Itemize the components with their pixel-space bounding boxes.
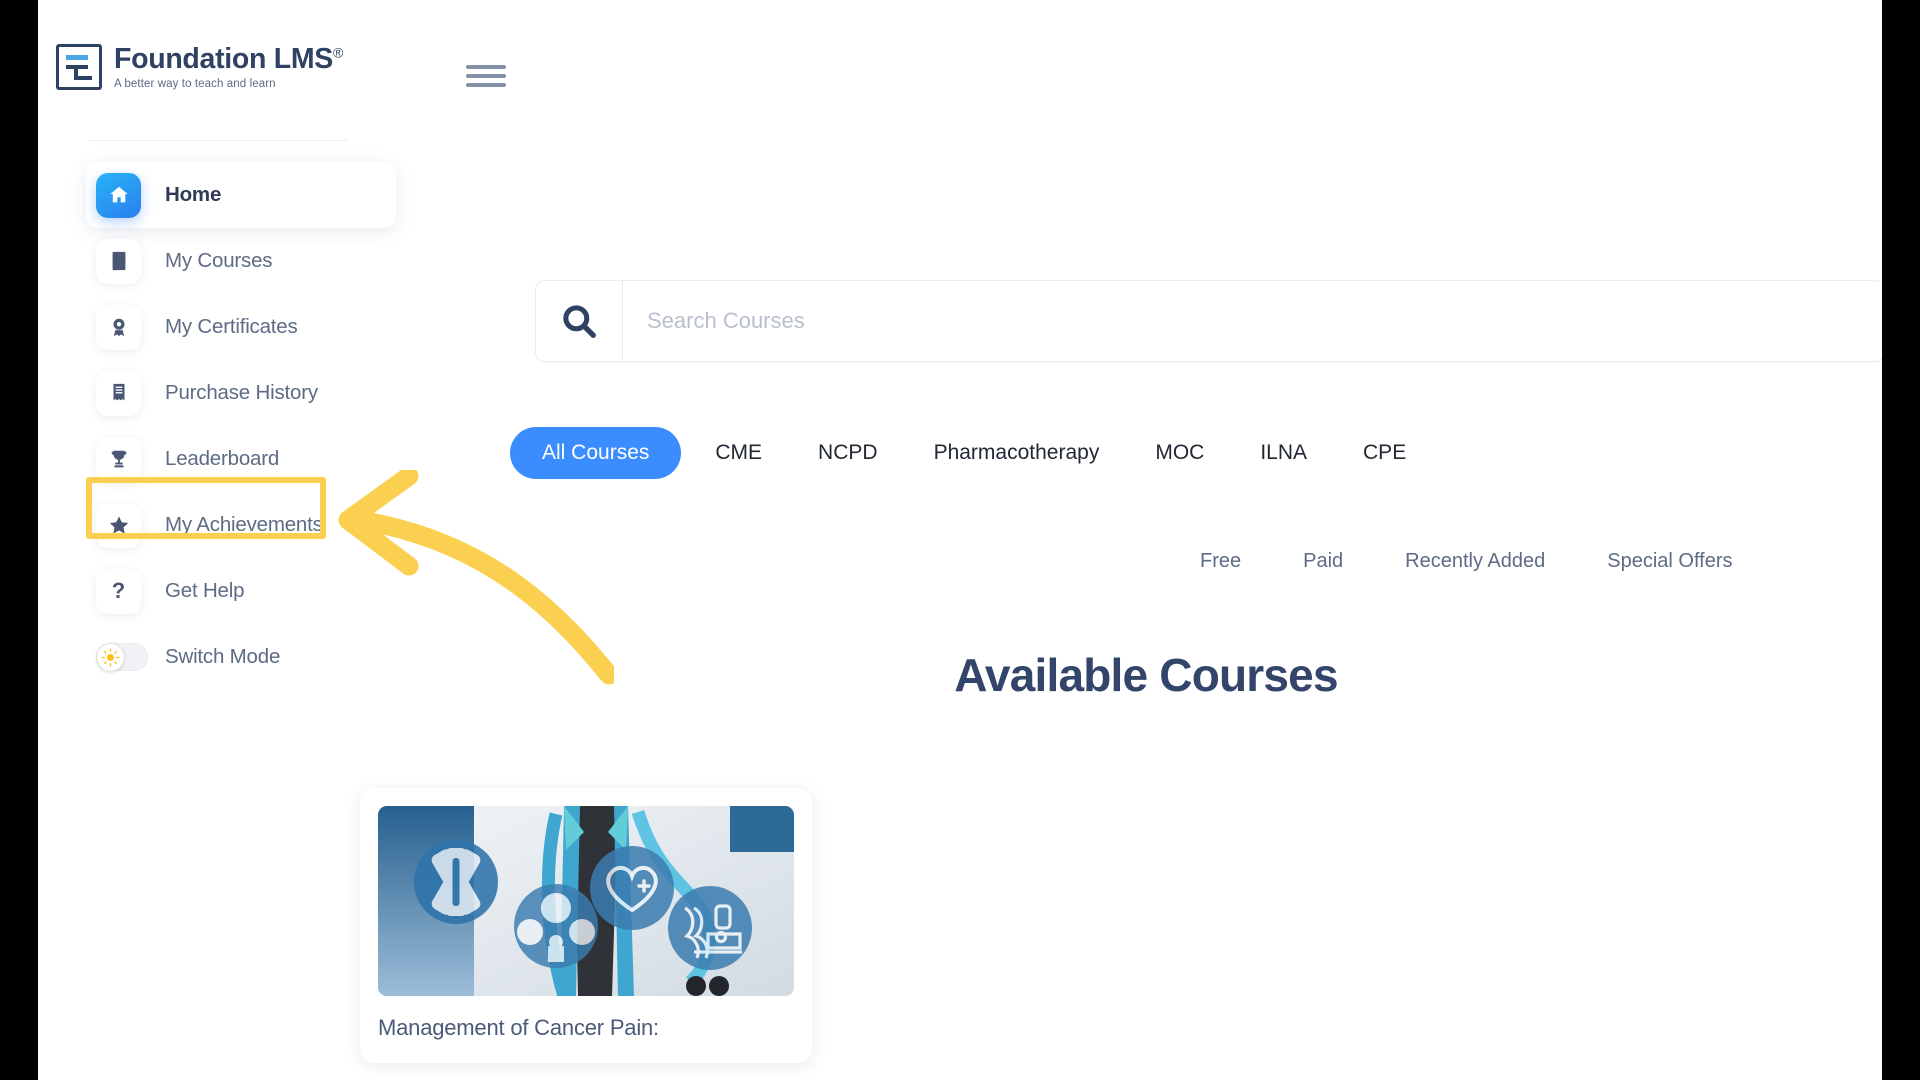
- sidebar-item-get-help[interactable]: ? Get Help: [38, 558, 410, 624]
- sidebar-item-home[interactable]: Home: [38, 162, 410, 228]
- switch-mode-toggle[interactable]: [96, 643, 148, 671]
- filter-recently-added[interactable]: Recently Added: [1405, 550, 1545, 573]
- sidebar-item-label: Purchase History: [165, 381, 318, 404]
- app-screen: Foundation LMS® A better way to teach an…: [38, 0, 1882, 1080]
- sidebar-item-my-courses[interactable]: My Courses: [38, 228, 410, 294]
- tab-ncpd[interactable]: NCPD: [790, 427, 906, 479]
- star-icon: [96, 502, 141, 548]
- filter-paid[interactable]: Paid: [1303, 550, 1343, 573]
- certificate-medal-icon: [96, 304, 141, 350]
- filter-special-offers[interactable]: Special Offers: [1607, 550, 1732, 573]
- course-card[interactable]: Management of Cancer Pain:: [360, 788, 812, 1063]
- sidebar-item-label: My Achievements: [165, 513, 323, 536]
- home-icon: [96, 172, 141, 218]
- brand-logo[interactable]: Foundation LMS® A better way to teach an…: [56, 43, 344, 91]
- tab-pharmacotherapy[interactable]: Pharmacotherapy: [906, 427, 1128, 479]
- book-icon: [96, 238, 141, 284]
- sidebar: Foundation LMS® A better way to teach an…: [38, 0, 614, 1080]
- tab-moc[interactable]: MOC: [1127, 427, 1232, 479]
- brand-title: Foundation LMS®: [114, 43, 344, 75]
- sidebar-item-label: My Courses: [165, 249, 273, 272]
- medical-collage-image: [378, 806, 794, 996]
- sidebar-nav: Home My Courses My Certificates Purchase…: [38, 162, 410, 690]
- search-icon[interactable]: [536, 281, 623, 361]
- sidebar-item-leaderboard[interactable]: Leaderboard: [38, 426, 410, 492]
- foundation-lms-logo-icon: [56, 44, 102, 91]
- filter-free[interactable]: Free: [1200, 550, 1241, 573]
- tab-ilna[interactable]: ILNA: [1232, 427, 1335, 479]
- brand-tagline: A better way to teach and learn: [114, 78, 276, 91]
- sidebar-item-label: Home: [165, 183, 222, 206]
- tab-all-courses[interactable]: All Courses: [510, 427, 682, 479]
- sidebar-item-label: Leaderboard: [165, 447, 280, 470]
- sidebar-divider: [88, 140, 348, 141]
- sidebar-item-label: Get Help: [165, 579, 245, 602]
- sidebar-item-purchase-history[interactable]: Purchase History: [38, 360, 410, 426]
- sidebar-item-my-certificates[interactable]: My Certificates: [38, 294, 410, 360]
- filter-links: Free Paid Recently Added Special Offers: [1200, 550, 1733, 573]
- tab-cpe[interactable]: CPE: [1335, 427, 1434, 479]
- receipt-icon: [96, 370, 141, 416]
- sidebar-item-my-achievements[interactable]: My Achievements: [38, 492, 410, 558]
- trademark-symbol: ®: [333, 44, 344, 61]
- search-input[interactable]: [623, 281, 1882, 361]
- switch-mode-label: Switch Mode: [165, 645, 281, 668]
- sidebar-item-label: My Certificates: [165, 315, 298, 338]
- page-title: Available Courses: [954, 649, 1338, 701]
- search-bar[interactable]: [535, 280, 1882, 362]
- sun-icon: [97, 643, 124, 671]
- trophy-icon: [96, 436, 141, 482]
- question-mark-icon: ?: [96, 568, 141, 614]
- sidebar-item-switch-mode[interactable]: Switch Mode: [38, 624, 410, 690]
- course-title: Management of Cancer Pain:: [378, 1015, 659, 1040]
- category-tabs: All Courses CME NCPD Pharmacotherapy MOC…: [510, 427, 1882, 479]
- main-content: All Courses CME NCPD Pharmacotherapy MOC…: [360, 0, 1882, 1080]
- tab-cme[interactable]: CME: [687, 427, 790, 479]
